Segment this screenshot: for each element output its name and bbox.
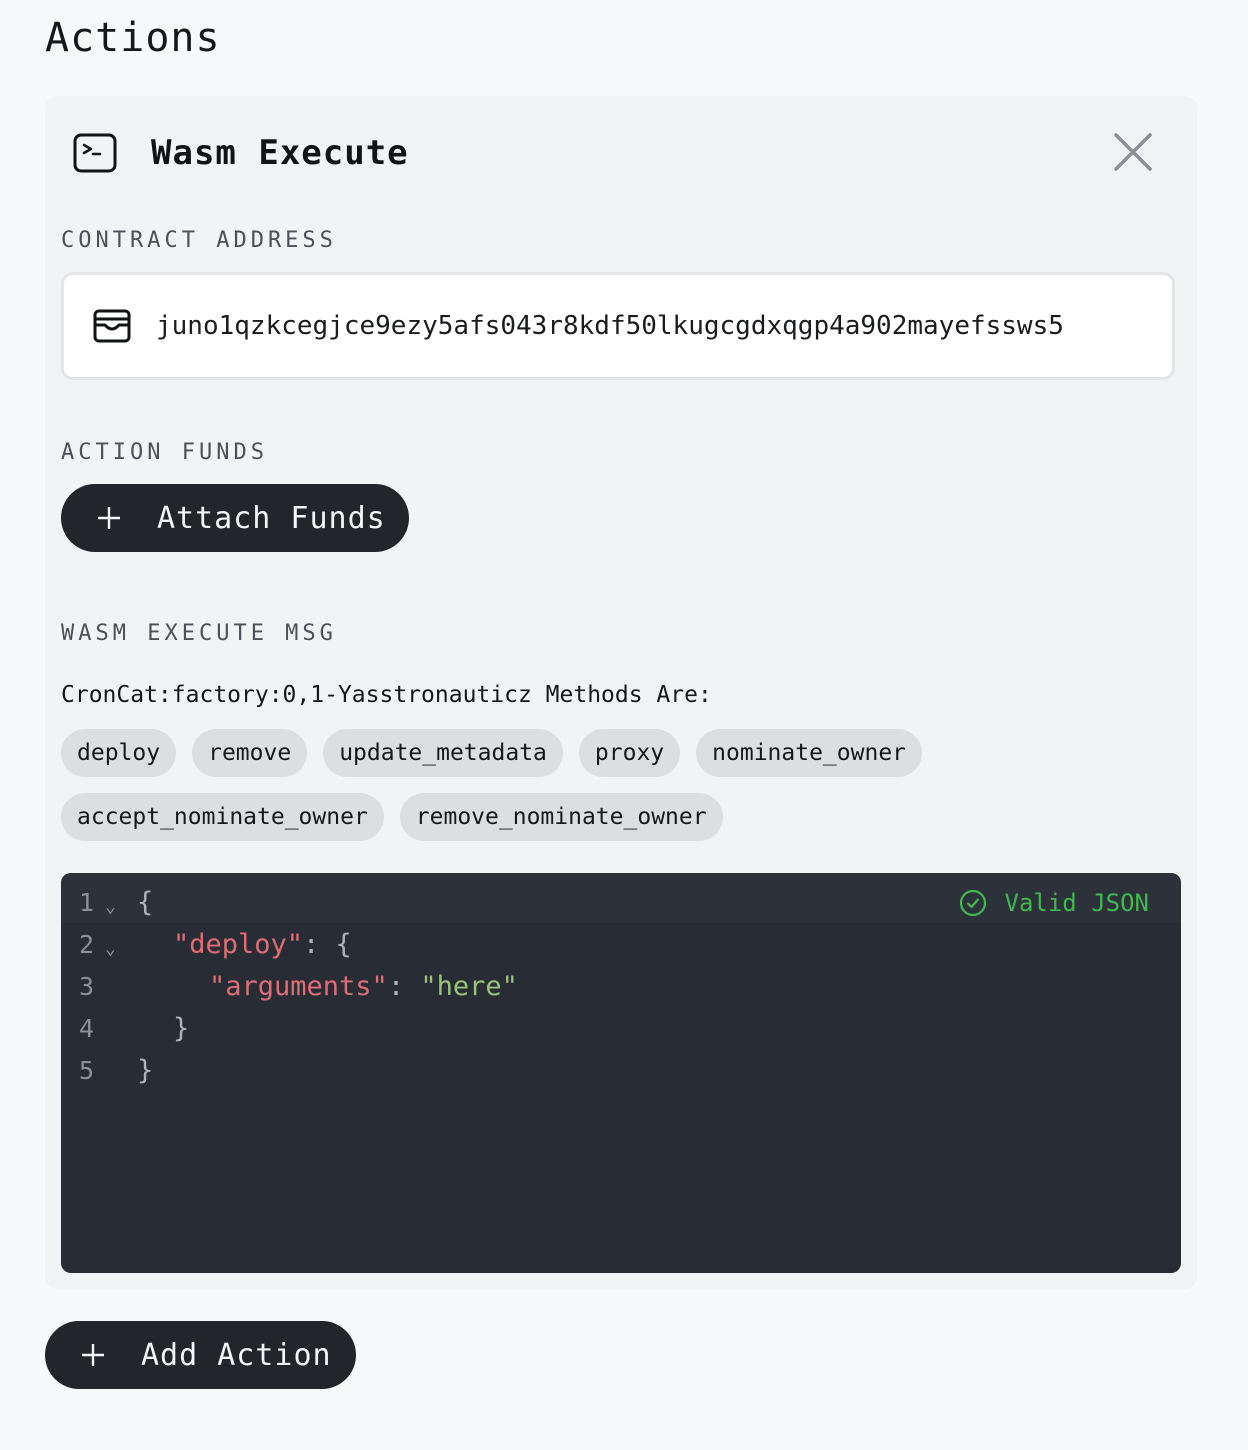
method-chip-remove[interactable]: remove (192, 729, 308, 777)
line-number: 1 (79, 888, 95, 917)
code-line-3[interactable]: 3 "arguments": "here" (61, 966, 1181, 1008)
json-key: "deploy" (173, 929, 304, 960)
action-funds-label: ACTION FUNDS (61, 440, 268, 465)
attach-funds-button[interactable]: Attach Funds (61, 484, 409, 552)
line-number: 4 (79, 1014, 95, 1043)
fold-chevron-icon[interactable]: ⌄ (105, 928, 116, 970)
method-chip-deploy[interactable]: deploy (61, 729, 177, 777)
json-editor[interactable]: 1 ⌄ { 2 ⌄ "deploy": { 3 "arguments": "he… (61, 873, 1181, 1273)
line-number: 3 (79, 972, 95, 1001)
json-valid-label: Valid JSON (1004, 889, 1150, 917)
json-punct: : (387, 971, 421, 1002)
method-chips: deploy remove update_metadata proxy nomi… (61, 729, 1061, 841)
method-chip-accept-nominate-owner[interactable]: accept_nominate_owner (61, 793, 384, 841)
attach-funds-label: Attach Funds (157, 500, 386, 536)
method-chip-nominate-owner[interactable]: nominate_owner (696, 729, 923, 777)
wasm-execute-msg-label: WASM EXECUTE MSG (61, 621, 337, 646)
wasm-execute-action-card: Wasm Execute CONTRACT ADDRESS ACTION FUN… (45, 96, 1197, 1289)
method-chip-update-metadata[interactable]: update_metadata (323, 729, 563, 777)
code-line-5[interactable]: 5 } (61, 1050, 1181, 1092)
card-title: Wasm Execute (151, 133, 409, 173)
json-valid-badge: Valid JSON (959, 889, 1150, 917)
close-icon[interactable] (1113, 132, 1153, 172)
add-action-label: Add Action (141, 1337, 332, 1373)
method-chip-remove-nominate-owner[interactable]: remove_nominate_owner (399, 793, 723, 841)
add-action-button[interactable]: Add Action (45, 1321, 356, 1389)
check-circle-icon (959, 889, 986, 917)
wallet-icon (93, 309, 131, 343)
terminal-icon (73, 133, 117, 173)
methods-caption: CronCat:factory:0,1-Yasstronauticz Metho… (61, 682, 712, 708)
line-number: 5 (79, 1056, 95, 1085)
close-button[interactable] (1113, 132, 1153, 172)
json-key: "arguments" (209, 971, 388, 1002)
page-title: Actions (45, 15, 221, 61)
plus-icon (98, 507, 120, 529)
line-number: 2 (79, 930, 95, 959)
plus-icon (82, 1344, 104, 1366)
json-string: "here" (420, 971, 518, 1002)
json-punct: : { (303, 929, 352, 960)
contract-address-input[interactable] (156, 311, 1166, 341)
contract-address-label: CONTRACT ADDRESS (61, 228, 337, 253)
card-header: Wasm Execute (73, 132, 409, 174)
method-chip-proxy[interactable]: proxy (578, 729, 681, 777)
fold-chevron-icon[interactable]: ⌄ (105, 886, 116, 928)
contract-address-field[interactable] (61, 272, 1175, 380)
code-line-4[interactable]: 4 } (61, 1008, 1181, 1050)
code-line-2[interactable]: 2 ⌄ "deploy": { (61, 924, 1181, 966)
